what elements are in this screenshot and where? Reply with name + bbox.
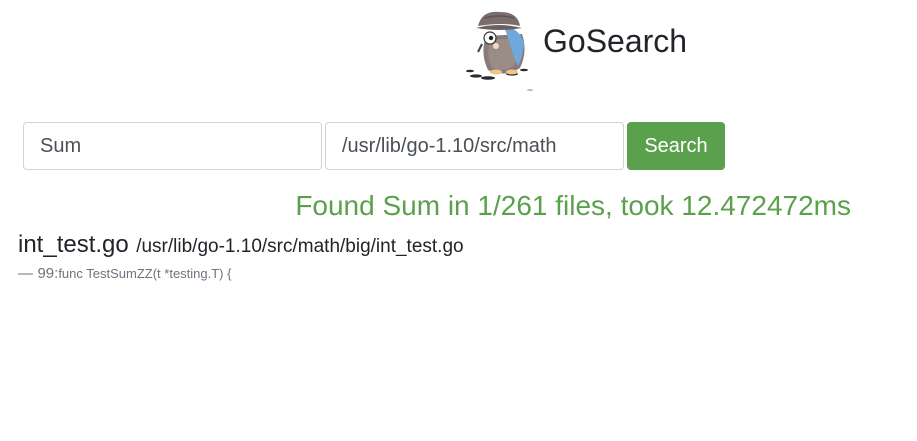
results-summary: Found Sum in 1/261 files, took 12.472472… bbox=[295, 190, 851, 221]
page: GoSearch Search Found Sum in 1/261 files… bbox=[0, 0, 917, 441]
search-form: Search bbox=[23, 122, 725, 170]
match-line[interactable]: — 99:func TestSumZZ(t *testing.T) { bbox=[18, 264, 897, 284]
result-item: int_test.go /usr/lib/go-1.10/src/math/bi… bbox=[18, 230, 897, 284]
results-list: int_test.go /usr/lib/go-1.10/src/math/bi… bbox=[18, 230, 897, 284]
result-file-path: /usr/lib/go-1.10/src/math/big/int_test.g… bbox=[136, 236, 464, 257]
app-title: GoSearch bbox=[543, 23, 688, 59]
gopher-detective-icon bbox=[466, 11, 533, 91]
match-code: func TestSumZZ(t *testing.T) { bbox=[58, 266, 232, 281]
match-line-number: 99: bbox=[37, 265, 59, 282]
search-path-input[interactable] bbox=[325, 122, 624, 170]
search-button[interactable]: Search bbox=[627, 122, 725, 170]
result-header: int_test.go /usr/lib/go-1.10/src/math/bi… bbox=[18, 230, 897, 263]
result-file-link[interactable]: int_test.go bbox=[18, 231, 129, 258]
search-query-input[interactable] bbox=[23, 122, 322, 170]
match-dash: — bbox=[18, 265, 33, 282]
header: GoSearch bbox=[460, 8, 687, 94]
